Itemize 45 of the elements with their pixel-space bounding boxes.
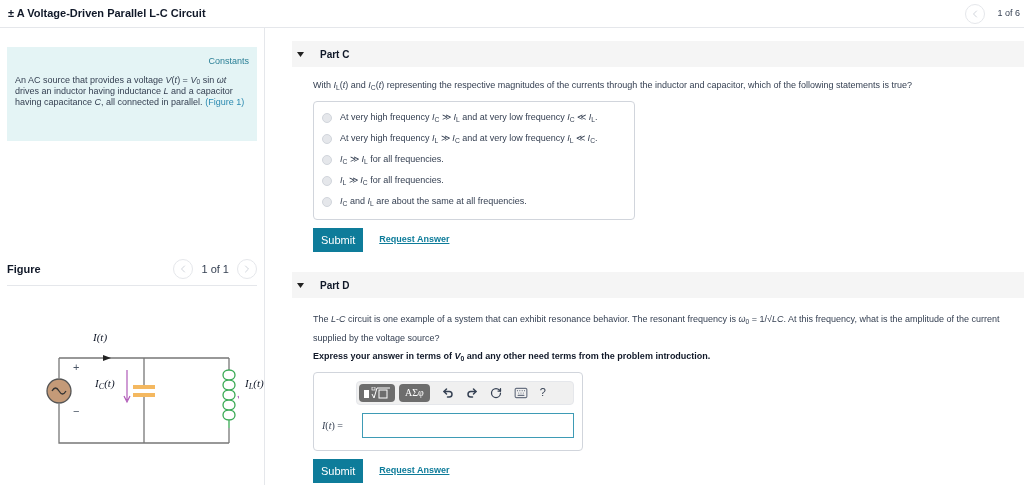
question-text: With I$_{L}$(t) and I$_{C}$(t) representing the respective magnitudes of the currents through the inductor and capacitor, which of the following statements is true? [313,79,914,93]
answer-field[interactable] [361,412,574,438]
radio-button[interactable] [322,113,332,123]
page-title: ± A Voltage-Driven Parallel L-C Circuit [8,6,206,22]
part-title: Part C [320,47,350,62]
caret-icon [297,51,304,57]
current-label: I(t) [93,332,108,343]
option-text: At very high frequency I$_{C}$ ≫ I$_{L}$ and at very low frequency I$_{C}$ ≪ I$_{L}$. [340,111,598,125]
radio-button[interactable] [322,197,332,207]
minus-sign: − [73,406,80,417]
question-text: The L-C circuit is one example of a system that can exhibit resonance behavior. The resonant frequency is ω$_{0}$ = 1/√LC. At this frequency, what is the amplitude of the current supplied by the voltage source? [313,313,1001,345]
constants-title: Constants [208,55,249,68]
request-answer-link[interactable]: Request Answer [379,464,450,478]
page-counter: 1 of 6 [997,6,1020,20]
help-button[interactable]: ? [539,384,546,401]
instruction-text: Express your answer in terms of V$_{0}$ and any other need terms from the problem introduction. [313,350,712,364]
request-answer-link[interactable]: Request Answer [379,233,450,247]
reset-icon[interactable] [489,386,502,399]
figure-link[interactable]: (Figure 1) [205,96,245,107]
input-label: I(t) = [322,418,344,433]
radio-button[interactable] [322,134,332,144]
radio-button[interactable] [322,155,332,165]
radio-button[interactable] [322,176,332,186]
template-button[interactable] [359,383,395,402]
submit-button[interactable]: Submit [313,458,364,483]
plus-sign: + [73,362,80,373]
figure-title: Figure [7,261,41,277]
option-text: I$_{C}$ and I$_{L}$ are about the same at all frequencies. [340,195,527,209]
caret-icon [297,282,304,288]
option-text: I$_{C}$ ≫ I$_{L}$ for all frequencies. [340,153,444,167]
part-header[interactable]: Part C [292,41,1024,67]
current-label: I$_{C}$(t) [95,378,115,389]
constants-text: An AC source that provides a voltage V(t) = V$_{0}$ sin ωt drives an inductor having inductance L and a capacitor having capacitance C, all connected in parallel. (Figure 1) [15,74,246,108]
symbols-button[interactable]: ΑΣφ [399,383,430,402]
part-header[interactable]: Part D [292,272,1024,298]
current-label: I$_{L}$(t) [245,378,264,389]
keyboard-icon[interactable] [513,385,528,400]
option-text: I$_{L}$ ≫ I$_{C}$ for all frequencies. [340,174,444,188]
option-text: At very high frequency I$_{L}$ ≫ I$_{C}$ and at very low frequency I$_{L}$ ≪ I$_{C}$. [340,132,598,146]
part-title: Part D [320,278,350,293]
undo-icon[interactable] [441,386,454,399]
submit-button[interactable]: Submit [313,227,364,252]
redo-icon[interactable] [465,386,478,399]
template-icon [363,386,391,399]
page-counter: 1 of 1 [201,261,229,277]
